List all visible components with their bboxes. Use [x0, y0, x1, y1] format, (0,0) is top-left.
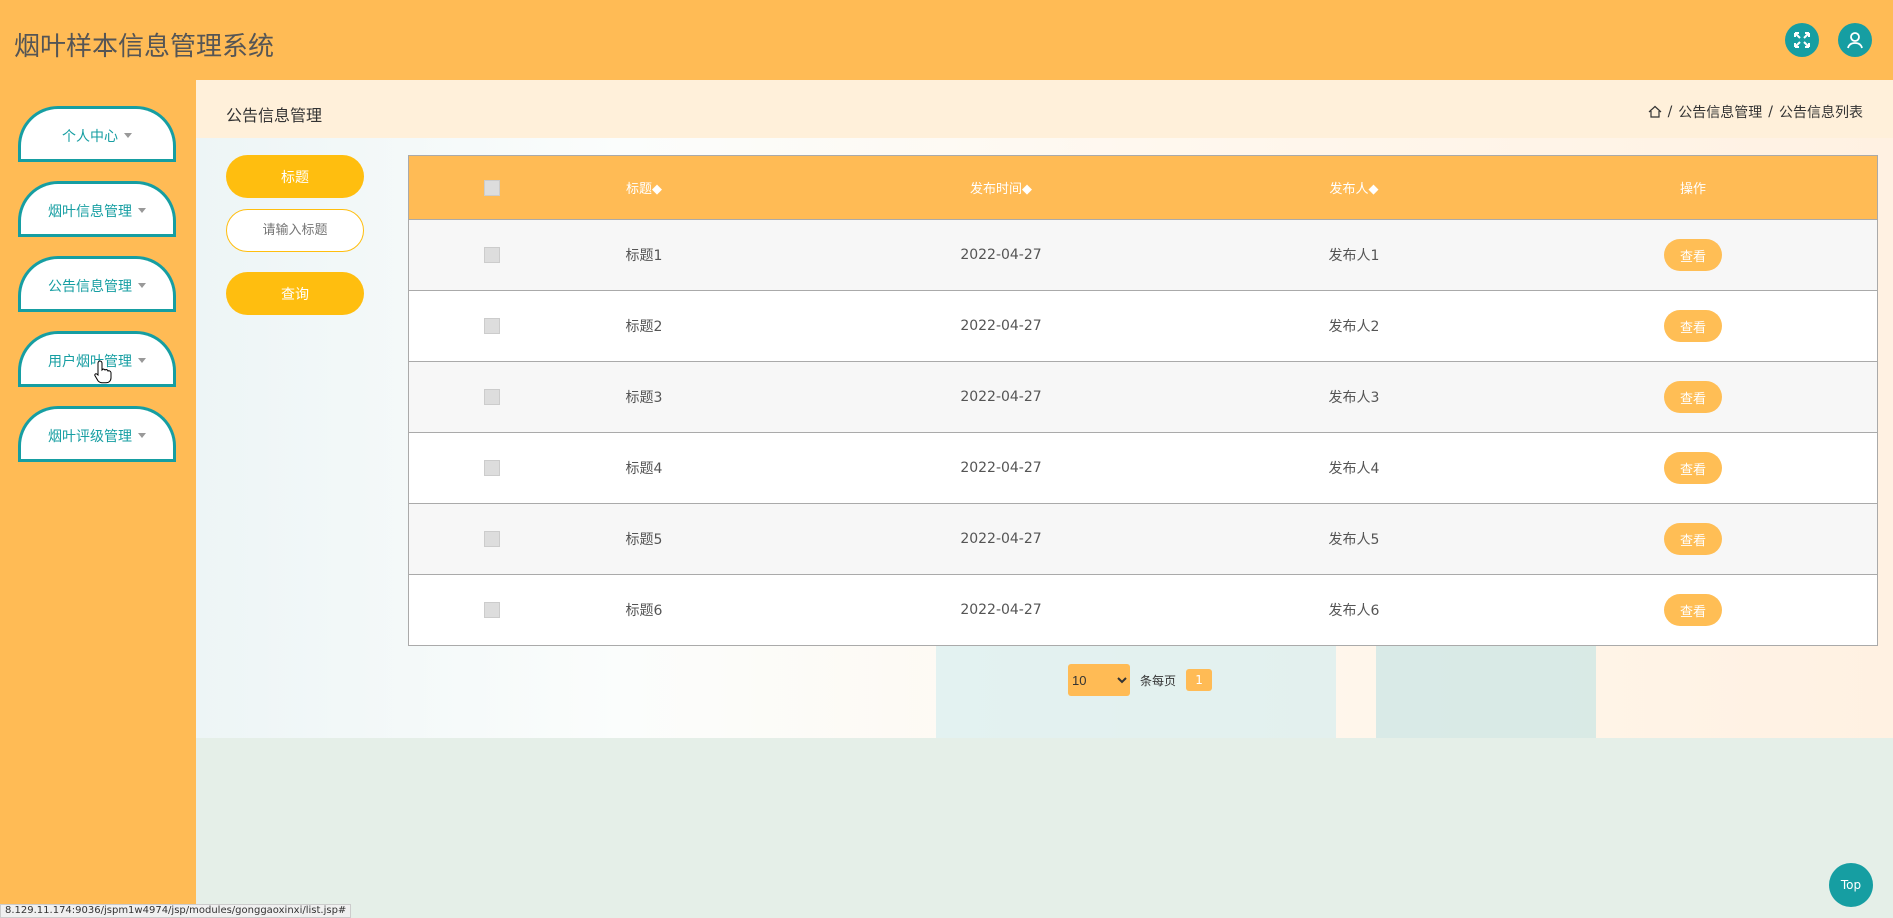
row-checkbox[interactable]	[484, 531, 500, 547]
page-title: 公告信息管理	[226, 106, 323, 125]
row-checkbox[interactable]	[484, 247, 500, 263]
search-button[interactable]: 查询	[226, 272, 364, 315]
chevron-down-icon	[138, 208, 146, 213]
cell-title: 标题2	[625, 319, 663, 335]
app-title: 烟叶样本信息管理系统	[14, 32, 275, 62]
breadcrumb: / 公告信息管理 / 公告信息列表	[1648, 102, 1863, 122]
column-header-date[interactable]: 发布时间◆	[921, 178, 1081, 197]
table-row: 标题4 2022-04-27 发布人4 查看	[409, 432, 1877, 503]
cell-date: 2022-04-27	[960, 318, 1042, 334]
cell-title: 标题3	[625, 390, 663, 406]
view-button[interactable]: 查看	[1664, 594, 1722, 626]
table-row: 标题1 2022-04-27 发布人1 查看	[409, 219, 1877, 290]
sidebar-item-label: 烟叶评级管理	[48, 428, 132, 445]
breadcrumb-separator: /	[1768, 104, 1773, 120]
table-body: 标题1 2022-04-27 发布人1 查看 标题2 2022-04-27 发布人2 查看 标题…	[409, 219, 1877, 645]
sidebar-item-label: 用户烟叶管理	[48, 353, 132, 370]
per-page-label: 条每页	[1140, 673, 1177, 688]
column-header-title[interactable]: 标题◆	[589, 178, 699, 197]
sidebar-item-announcement[interactable]: 公告信息管理	[18, 256, 176, 312]
user-icon	[1847, 32, 1863, 49]
top-header: 烟叶样本信息管理系统	[0, 0, 1893, 80]
sidebar: 个人中心 烟叶信息管理 公告信息管理 用户烟叶管理 烟叶评级管理	[0, 80, 196, 918]
sort-icon: ◆	[1368, 182, 1379, 197]
cell-title: 标题4	[625, 461, 663, 477]
table-row: 标题2 2022-04-27 发布人2 查看	[409, 290, 1877, 361]
column-header-publisher[interactable]: 发布人◆	[1274, 178, 1434, 197]
sort-icon: ◆	[1022, 182, 1032, 197]
main-content: 公告信息管理 / 公告信息管理 / 公告信息列表 标题 查询 标题◆ 发布时间◆…	[196, 80, 1893, 918]
row-checkbox[interactable]	[484, 389, 500, 405]
cell-date: 2022-04-27	[960, 247, 1042, 263]
hand-pointer-icon	[94, 360, 112, 384]
table-row: 标题5 2022-04-27 发布人5 查看	[409, 503, 1877, 574]
sidebar-item-label: 个人中心	[62, 128, 118, 145]
table-row: 标题3 2022-04-27 发布人3 查看	[409, 361, 1877, 432]
view-button[interactable]: 查看	[1664, 452, 1722, 484]
cell-publisher: 发布人3	[1328, 390, 1380, 406]
sort-icon: ◆	[652, 182, 662, 197]
sidebar-item-label: 公告信息管理	[48, 278, 132, 295]
select-all-checkbox[interactable]	[484, 179, 500, 196]
cell-publisher: 发布人6	[1328, 603, 1380, 619]
breadcrumb-item: 公告信息列表	[1779, 105, 1863, 121]
sidebar-item-tobacco-info[interactable]: 烟叶信息管理	[18, 181, 176, 237]
table-row: 标题6 2022-04-27 发布人6 查看	[409, 574, 1877, 645]
page-size-select[interactable]: 10	[1068, 664, 1130, 696]
cell-title: 标题6	[625, 603, 663, 619]
breadcrumb-bar: 公告信息管理 / 公告信息管理 / 公告信息列表	[196, 80, 1893, 138]
view-button[interactable]: 查看	[1664, 239, 1722, 271]
cell-publisher: 发布人1	[1328, 248, 1380, 264]
row-checkbox[interactable]	[484, 460, 500, 476]
cell-date: 2022-04-27	[960, 389, 1042, 405]
user-button[interactable]	[1838, 23, 1872, 57]
fullscreen-button[interactable]	[1785, 23, 1819, 57]
breadcrumb-separator: /	[1667, 104, 1673, 120]
cell-publisher: 发布人2	[1328, 319, 1380, 335]
breadcrumb-item[interactable]: 公告信息管理	[1678, 102, 1762, 122]
view-button[interactable]: 查看	[1664, 310, 1722, 342]
chevron-down-icon	[138, 433, 146, 438]
home-icon[interactable]	[1648, 105, 1662, 119]
cell-date: 2022-04-27	[960, 602, 1042, 618]
table-header: 标题◆ 发布时间◆ 发布人◆ 操作	[409, 156, 1877, 219]
chevron-down-icon	[138, 283, 146, 288]
announcement-table: 标题◆ 发布时间◆ 发布人◆ 操作 标题1 2022-04-27 发布人1 查看 标题2…	[408, 155, 1878, 646]
title-search-input[interactable]	[226, 209, 364, 252]
sidebar-item-personal-center[interactable]: 个人中心	[18, 106, 176, 162]
status-bar-url: 8.129.11.174:9036/jspm1w4974/jsp/modules…	[0, 904, 352, 918]
row-checkbox[interactable]	[484, 318, 500, 334]
background-decoration	[1376, 638, 1596, 738]
view-button[interactable]: 查看	[1664, 523, 1722, 555]
pagination: 10 条每页 1	[1068, 664, 1213, 696]
cell-title: 标题1	[625, 248, 663, 264]
cell-date: 2022-04-27	[960, 460, 1042, 476]
column-header-action: 操作	[1679, 182, 1706, 197]
back-to-top-button[interactable]: Top	[1829, 863, 1873, 907]
fullscreen-icon	[1794, 32, 1810, 48]
row-checkbox[interactable]	[484, 602, 500, 618]
chevron-down-icon	[124, 133, 132, 138]
view-button[interactable]: 查看	[1664, 381, 1722, 413]
page-number-button[interactable]: 1	[1186, 669, 1213, 691]
sidebar-item-label: 烟叶信息管理	[48, 203, 132, 220]
cell-title: 标题5	[625, 532, 663, 548]
search-label: 标题	[226, 155, 364, 198]
sidebar-item-tobacco-grading[interactable]: 烟叶评级管理	[18, 406, 176, 462]
chevron-down-icon	[138, 358, 146, 363]
cell-date: 2022-04-27	[960, 531, 1042, 547]
cell-publisher: 发布人4	[1328, 461, 1380, 477]
cell-publisher: 发布人5	[1328, 532, 1380, 548]
